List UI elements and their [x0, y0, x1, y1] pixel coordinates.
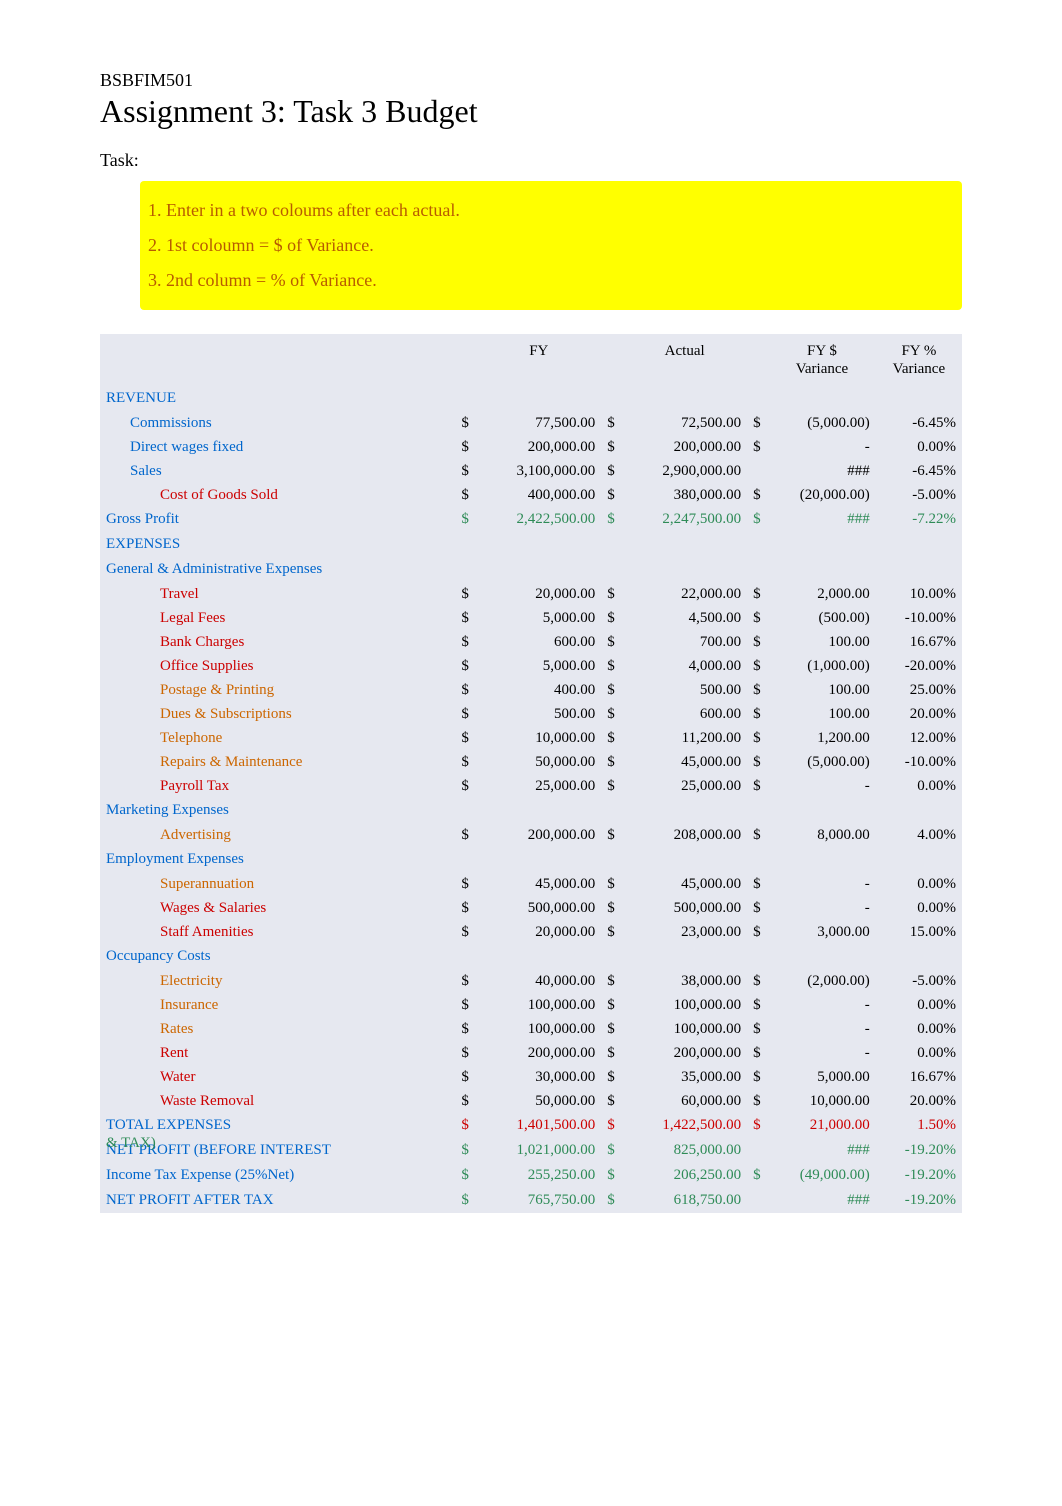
- task-item: 2. 1st coloumn = $ of Variance.: [140, 228, 962, 263]
- task-item: 1. Enter in a two coloums after each act…: [140, 193, 962, 228]
- row-label: Sales: [100, 459, 455, 483]
- row-label: Bank Charges: [100, 630, 455, 654]
- row-label: Cost of Goods Sold: [100, 483, 455, 507]
- col-header-actual: Actual: [622, 334, 747, 386]
- table-row: Dues & Subscriptions$500.00$600.00$100.0…: [100, 702, 962, 726]
- table-row: Rent$200,000.00$200,000.00$-0.00%: [100, 1041, 962, 1065]
- row-label: Wages & Salaries: [100, 896, 455, 920]
- row-label: Legal Fees: [100, 606, 455, 630]
- table-row: Postage & Printing$400.00$500.00$100.002…: [100, 678, 962, 702]
- section-row: Occupancy Costs: [100, 944, 962, 969]
- summary-row: TOTAL EXPENSES$1,401,500.00$1,422,500.00…: [100, 1113, 962, 1138]
- table-row: Bank Charges$600.00$700.00$100.0016.67%: [100, 630, 962, 654]
- summary-row: Gross Profit$2,422,500.00$2,247,500.00$#…: [100, 507, 962, 532]
- section-row: REVENUE: [100, 386, 962, 411]
- table-header-row: FY Actual FY $Variance FY %Variance: [100, 334, 962, 386]
- row-label: Water: [100, 1065, 455, 1089]
- col-header-fy: FY: [476, 334, 601, 386]
- table-row: Travel$20,000.00$22,000.00$2,000.0010.00…: [100, 582, 962, 606]
- row-label: Dues & Subscriptions: [100, 702, 455, 726]
- row-label: Advertising: [100, 823, 455, 847]
- row-label: Postage & Printing: [100, 678, 455, 702]
- row-label: Commissions: [100, 411, 455, 435]
- table-row: Rates$100,000.00$100,000.00$-0.00%: [100, 1017, 962, 1041]
- row-label: Direct wages fixed: [100, 435, 455, 459]
- table-row: Staff Amenities$20,000.00$23,000.00$3,00…: [100, 920, 962, 944]
- row-label: Payroll Tax: [100, 774, 455, 798]
- table-row: Water$30,000.00$35,000.00$5,000.0016.67%: [100, 1065, 962, 1089]
- table-row: Legal Fees$5,000.00$4,500.00$(500.00)-10…: [100, 606, 962, 630]
- course-code: BSBFIM501: [100, 70, 962, 91]
- summary-row: NET PROFIT (BEFORE INTEREST& TAX)$1,021,…: [100, 1138, 962, 1163]
- row-label: Superannuation: [100, 872, 455, 896]
- summary-row: NET PROFIT AFTER TAX$765,750.00$618,750.…: [100, 1188, 962, 1213]
- table-row: Waste Removal$50,000.00$60,000.00$10,000…: [100, 1089, 962, 1113]
- task-list: 1. Enter in a two coloums after each act…: [140, 181, 962, 310]
- row-label: Electricity: [100, 969, 455, 993]
- col-header-var-pct: FY %Variance: [876, 334, 962, 386]
- row-label: Travel: [100, 582, 455, 606]
- table-row: Insurance$100,000.00$100,000.00$-0.00%: [100, 993, 962, 1017]
- section-row: Employment Expenses: [100, 847, 962, 872]
- table-row: Direct wages fixed$200,000.00$200,000.00…: [100, 435, 962, 459]
- page-title: Assignment 3: Task 3 Budget: [100, 93, 962, 130]
- task-item: 3. 2nd column = % of Variance.: [140, 263, 962, 298]
- budget-table: FY Actual FY $Variance FY %Variance REVE…: [100, 334, 962, 1213]
- row-label: Insurance: [100, 993, 455, 1017]
- section-row: Marketing Expenses: [100, 798, 962, 823]
- table-row: Superannuation$45,000.00$45,000.00$-0.00…: [100, 872, 962, 896]
- table-row: Office Supplies$5,000.00$4,000.00$(1,000…: [100, 654, 962, 678]
- table-row: Advertising$200,000.00$208,000.00$8,000.…: [100, 823, 962, 847]
- row-label: Rates: [100, 1017, 455, 1041]
- section-row: General & Administrative Expenses: [100, 557, 962, 582]
- row-label: Staff Amenities: [100, 920, 455, 944]
- table-row: Repairs & Maintenance$50,000.00$45,000.0…: [100, 750, 962, 774]
- row-label: Repairs & Maintenance: [100, 750, 455, 774]
- table-row: Commissions$77,500.00$72,500.00$(5,000.0…: [100, 411, 962, 435]
- col-header-var-dollar: FY $Variance: [768, 334, 876, 386]
- table-row: Electricity$40,000.00$38,000.00$(2,000.0…: [100, 969, 962, 993]
- table-row: Telephone$10,000.00$11,200.00$1,200.0012…: [100, 726, 962, 750]
- table-row: Sales$3,100,000.00$2,900,000.00###-6.45%: [100, 459, 962, 483]
- row-label: Telephone: [100, 726, 455, 750]
- section-row: EXPENSES: [100, 532, 962, 557]
- task-label: Task:: [100, 150, 962, 171]
- summary-row: Income Tax Expense (25%Net)$255,250.00$2…: [100, 1163, 962, 1188]
- row-label: Rent: [100, 1041, 455, 1065]
- table-row: Cost of Goods Sold$400,000.00$380,000.00…: [100, 483, 962, 507]
- row-label: Waste Removal: [100, 1089, 455, 1113]
- table-row: Wages & Salaries$500,000.00$500,000.00$-…: [100, 896, 962, 920]
- row-label: Office Supplies: [100, 654, 455, 678]
- table-row: Payroll Tax$25,000.00$25,000.00$-0.00%: [100, 774, 962, 798]
